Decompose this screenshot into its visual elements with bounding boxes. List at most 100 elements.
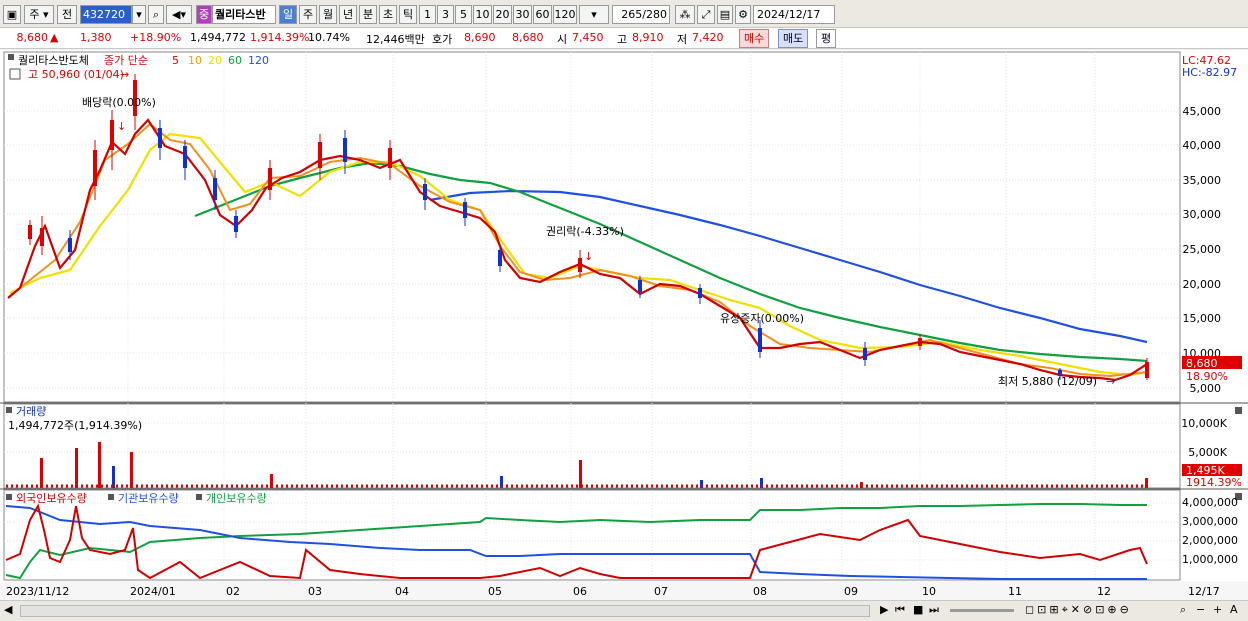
tick-60[interactable]: 60 bbox=[533, 5, 552, 24]
last-volume-pct: 1914.39% bbox=[1186, 476, 1242, 489]
quote-bid: 8,680 bbox=[512, 31, 544, 44]
tick-120[interactable]: 120 bbox=[553, 5, 577, 24]
holding-legend: 외국인보유수량 기관보유수량 개인보유수량 bbox=[6, 492, 267, 505]
toolbar: ▣ 주 ▾ 전 432720 ▾ ⌕ ◀▾ 중 퀄리타스반 일 주 월 년 분 … bbox=[0, 0, 1248, 28]
x-tick: 08 bbox=[753, 585, 767, 598]
x-tick: 10 bbox=[922, 585, 936, 598]
tick-10[interactable]: 10 bbox=[473, 5, 492, 24]
stock-name-label: 퀄리타스반도체 bbox=[18, 54, 89, 67]
code-dropdown-icon[interactable]: ▾ bbox=[132, 5, 146, 24]
x-tick: 2024/01 bbox=[130, 585, 176, 598]
dividend-note: 배당락(0.00%) bbox=[82, 96, 156, 109]
volume-y-tick: 5,000K bbox=[1188, 446, 1227, 459]
save-icon[interactable]: ▤ bbox=[717, 5, 733, 24]
period-type-select[interactable]: 주 ▾ bbox=[24, 5, 54, 24]
x-tick: 12 bbox=[1097, 585, 1111, 598]
ma-legend-10: 10 bbox=[188, 54, 202, 67]
rights-note: 권리락(-4.33%) bbox=[546, 225, 624, 238]
period-tick[interactable]: 틱 bbox=[399, 5, 417, 24]
expand-icon[interactable]: ⤢ bbox=[697, 5, 715, 24]
legend-foreign: 외국인보유수량 bbox=[16, 492, 87, 505]
scroll-bar[interactable]: ◀ ▶ ⏮ ■ ⏭ ◻⊡⊞⌖✕⊘⊡⊕⊖ ⌕ − + A bbox=[0, 600, 1248, 621]
high-label: 고 bbox=[617, 33, 628, 46]
up-arrow-icon: ▲ bbox=[50, 31, 59, 44]
scroll-track[interactable] bbox=[20, 605, 870, 617]
period-day[interactable]: 일 bbox=[279, 5, 297, 24]
stock-code-input[interactable]: 432720 bbox=[80, 5, 132, 24]
turnover-pct: 10.74% bbox=[308, 31, 350, 44]
holding-y-tick: 2,000,000 bbox=[1182, 534, 1238, 547]
zoom-in-icon[interactable]: + bbox=[1213, 603, 1222, 616]
pane-menu-icon[interactable] bbox=[8, 54, 14, 60]
scroll-left-icon[interactable]: ◀ bbox=[4, 603, 12, 616]
legend-marker bbox=[108, 494, 114, 500]
low-label: 저 bbox=[677, 33, 688, 46]
stock-name-field[interactable]: 퀄리타스반 bbox=[212, 5, 276, 24]
stop-icon[interactable]: ■ bbox=[913, 603, 923, 616]
high-price: 8,910 bbox=[632, 31, 664, 44]
x-tick: 07 bbox=[654, 585, 668, 598]
rewind-icon[interactable]: ⏮ bbox=[895, 603, 905, 617]
tick-custom-select[interactable]: ▾ bbox=[579, 5, 609, 24]
tick-30[interactable]: 30 bbox=[513, 5, 532, 24]
calc-icon[interactable] bbox=[9, 68, 21, 80]
volume: 1,494,772 bbox=[190, 31, 246, 44]
last-pct: 18.90% bbox=[1186, 370, 1228, 383]
tick-20[interactable]: 20 bbox=[493, 5, 512, 24]
y-tick: 15,000 bbox=[1183, 312, 1222, 325]
layout-icon[interactable]: ▣ bbox=[3, 5, 21, 24]
x-axis-bar bbox=[0, 581, 1248, 600]
holding-pane-menu-icon[interactable] bbox=[6, 494, 12, 500]
tick-5[interactable]: 5 bbox=[455, 5, 472, 24]
buy-button[interactable]: 매수 bbox=[739, 29, 770, 48]
volume-pane-close-icon[interactable] bbox=[1235, 407, 1242, 414]
sell-button[interactable]: 매도 bbox=[778, 29, 809, 48]
period-week[interactable]: 주 bbox=[299, 5, 317, 24]
date-field[interactable]: 2024/12/17 bbox=[753, 5, 835, 24]
drawing-tools-icon[interactable]: ◻⊡⊞⌖✕⊘⊡⊕⊖ bbox=[1025, 603, 1132, 617]
hc-label: HC:-82.97 bbox=[1182, 66, 1237, 79]
scroll-right-icon[interactable]: ▶ bbox=[880, 603, 888, 616]
y-tick: 25,000 bbox=[1183, 243, 1222, 256]
high-arrow-icon: → bbox=[120, 68, 129, 81]
zoom-search-icon[interactable]: ⌕ bbox=[1180, 603, 1186, 617]
legend-marker bbox=[196, 494, 202, 500]
chart-area[interactable]: 퀄리타스반도체 종가 단순 5 10 20 60 120 고 50,960 (0… bbox=[0, 50, 1248, 600]
holding-y-tick: 4,000,000 bbox=[1182, 496, 1238, 509]
volume-pane bbox=[3, 403, 1181, 489]
period-minute[interactable]: 분 bbox=[359, 5, 377, 24]
forward-icon[interactable]: ⏭ bbox=[929, 603, 939, 617]
volume-y-tick: 10,000K bbox=[1181, 417, 1227, 430]
price-change-pct: +18.90% bbox=[130, 31, 182, 44]
y-tick: 35,000 bbox=[1183, 174, 1222, 187]
y-tick: 40,000 bbox=[1183, 139, 1222, 152]
avg-button[interactable]: 평 bbox=[816, 29, 837, 48]
prev-button[interactable]: 전 bbox=[57, 5, 77, 24]
current-price: 8,680 bbox=[16, 31, 49, 44]
font-size-icon[interactable]: A bbox=[1230, 603, 1238, 616]
y-tick: 30,000 bbox=[1183, 208, 1222, 221]
x-tick: 2023/11/12 bbox=[6, 585, 69, 598]
sound-icon[interactable]: ◀▾ bbox=[166, 5, 192, 24]
grid-icon[interactable]: ⁂ bbox=[675, 5, 695, 24]
ma-legend-60: 60 bbox=[228, 54, 242, 67]
search-icon[interactable]: ⌕ bbox=[148, 5, 164, 24]
x-tick: 11 bbox=[1008, 585, 1022, 598]
zoom-slider[interactable] bbox=[950, 609, 1014, 612]
quote-bar: 8,680 ▲ 1,380 +18.90% 1,494,772 1,914.39… bbox=[0, 28, 1248, 49]
ma-legend-title: 종가 단순 bbox=[104, 54, 148, 67]
count-field[interactable]: 265/280 bbox=[612, 5, 670, 24]
volume-pane-menu-icon[interactable] bbox=[6, 407, 12, 413]
volume-title: 거래량 bbox=[16, 405, 46, 418]
zoom-out-icon[interactable]: − bbox=[1196, 603, 1205, 616]
tick-1[interactable]: 1 bbox=[419, 5, 436, 24]
gear-icon[interactable]: ⚙ bbox=[735, 5, 751, 24]
x-tick: 04 bbox=[395, 585, 409, 598]
volume-axis: 10,000K 5,000K bbox=[1181, 417, 1227, 459]
period-second[interactable]: 초 bbox=[379, 5, 397, 24]
period-month[interactable]: 월 bbox=[319, 5, 337, 24]
tick-3[interactable]: 3 bbox=[437, 5, 454, 24]
low-arrow-icon: → bbox=[1106, 375, 1115, 388]
stock-chart[interactable]: 퀄리타스반도체 종가 단순 5 10 20 60 120 고 50,960 (0… bbox=[0, 50, 1248, 600]
period-year[interactable]: 년 bbox=[339, 5, 357, 24]
